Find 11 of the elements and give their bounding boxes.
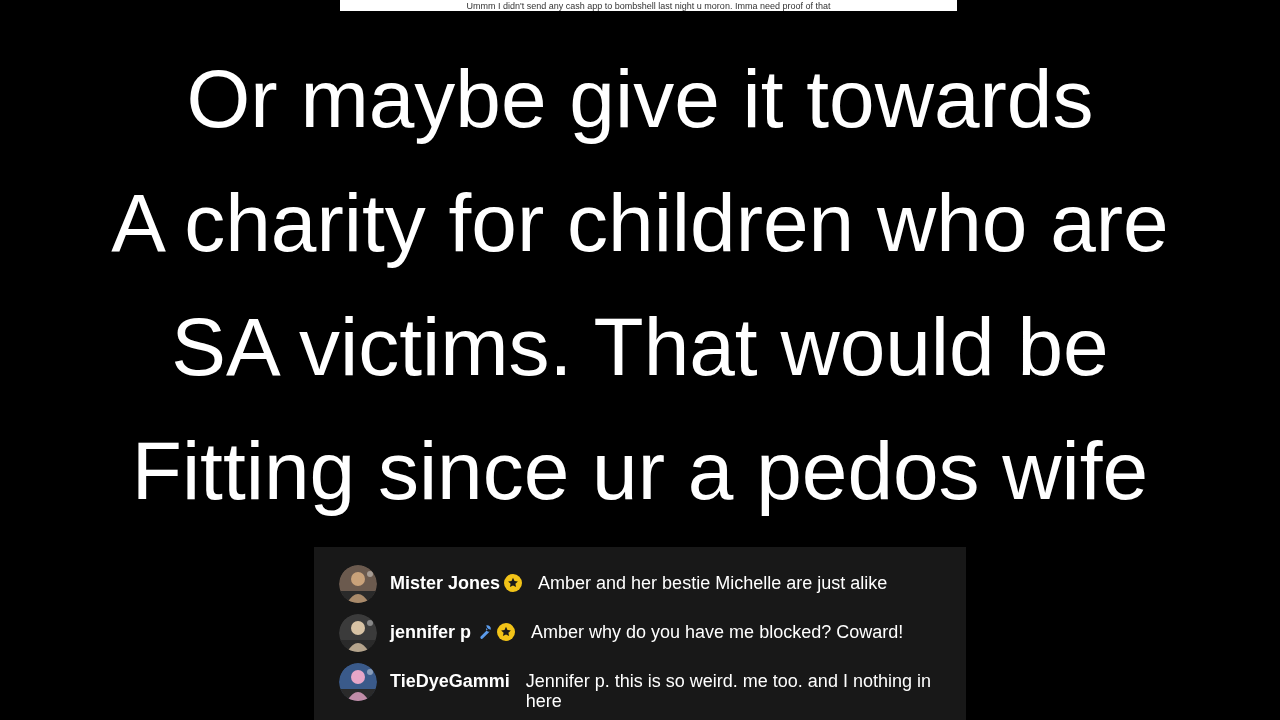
chat-message: Amber and her bestie Michelle are just alike: [538, 573, 888, 593]
overlay-text: A charity for children who are: [111, 176, 1169, 270]
chat-message: Jennifer p. this is so weird. me too. and I nothing in here: [525, 671, 932, 711]
username: jennifer p: [390, 622, 471, 642]
overlay-text: Fitting since ur a pedos wife: [131, 424, 1149, 518]
overlay-text: SA victims. That would be: [171, 300, 1109, 394]
username: TieDyeGammi: [390, 671, 510, 691]
chat-message: Amber why do you have me blocked? Coward!: [531, 622, 904, 642]
caption-text: Ummm I didn't send any cash app to bombshell last night u moron. Imma need proof of that: [466, 0, 831, 11]
overlay-text: Or maybe give it towards: [186, 52, 1094, 146]
username: Mister Jones: [390, 573, 501, 593]
